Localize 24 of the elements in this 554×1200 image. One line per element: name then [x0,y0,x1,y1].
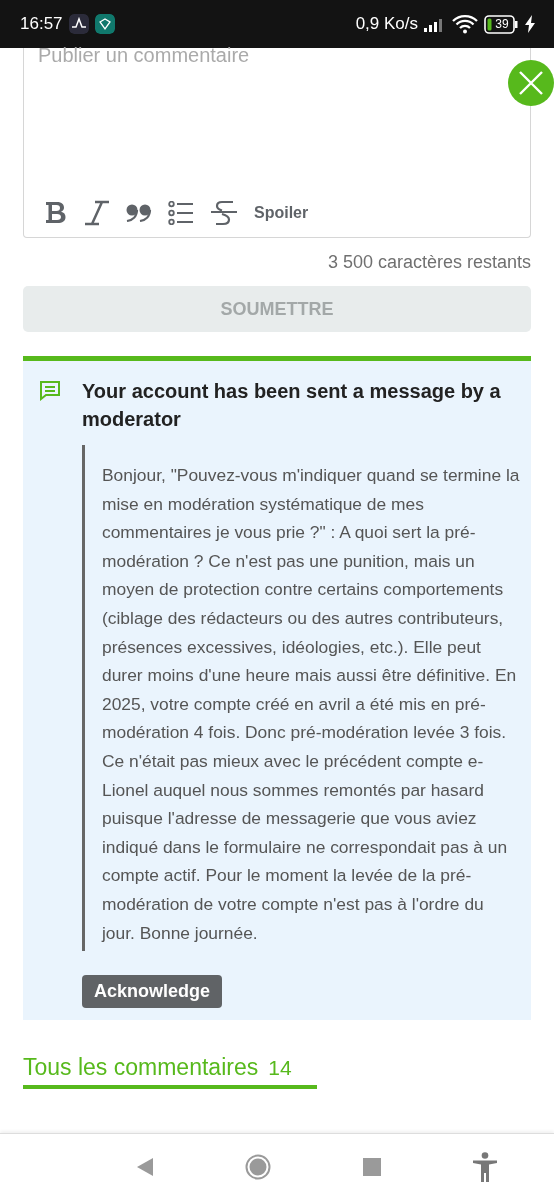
message-icon [39,381,61,401]
accessibility-icon[interactable] [472,1152,499,1182]
message-title: Your account has been sent a message by a moderator [82,379,502,432]
italic-icon[interactable] [84,200,110,226]
charging-icon [524,15,536,33]
wifi-icon [452,14,478,34]
list-icon[interactable] [168,201,194,225]
message-body: Bonjour, "Pouvez-vous m'indiquer quand se termine la mise en modération systématique de mes commentaires je vous prie ?" : A quoi sert la pré-modération ? Ce n'est pas une punition, mais un moyen de protection contre certains comportements (ciblage des rédacteurs ou des autres contributeurs, présences excessives, idéologies, etc.). Elle peut durer moins d'une heure mais aussi être définitive. En 2025, votre compte créé en avril a été mis en pré-modération 4 fois. Donc pré-modération levée 3 fois. Ce n'était pas mieux avec le précédent compte e-Lionel auquel nous sommes remontés par hasard puisque l'adresse de messagerie que vous aviez indiqué dans le formulaire ne correspondait pas à un compte actif. Pour le moment la levée de la pré-modération de votre compte n'est pas à l'ordre du jour. Bonne journée. [82,445,521,952]
characters-remaining: 3 500 caractères restants [326,252,531,273]
app-icon [94,14,115,34]
home-icon[interactable] [245,1154,272,1180]
network-speed: 0,9 Ko/s [355,14,418,34]
close-icon [518,70,544,96]
strikethrough-icon[interactable] [210,199,238,227]
battery-icon: 39 [484,14,518,34]
acknowledge-button[interactable]: Acknowledge [82,975,223,1009]
bold-icon[interactable] [44,200,68,226]
quote-icon[interactable] [126,204,152,222]
clock: 16:57 [20,14,63,34]
comment-editor[interactable]: Publier un commentaire Spoiler [23,48,531,238]
back-icon[interactable] [135,1157,154,1177]
spoiler-button[interactable]: Spoiler [254,204,309,222]
pulse-app-icon [68,14,89,34]
recents-icon[interactable] [362,1158,381,1176]
